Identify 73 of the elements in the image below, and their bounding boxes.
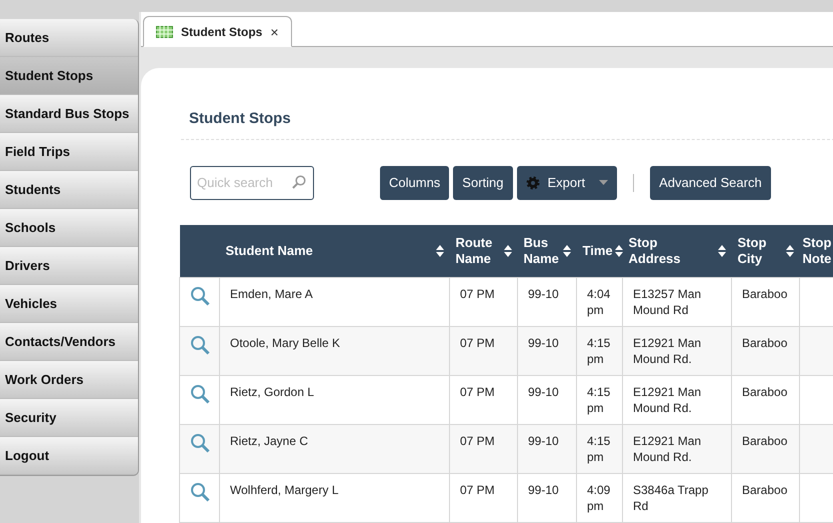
column-header[interactable]: Bus Name: [524, 234, 559, 267]
search-icon[interactable]: [190, 384, 210, 404]
sort-icon[interactable]: [718, 244, 726, 257]
sidebar-item[interactable]: Logout: [0, 437, 138, 475]
search-icon[interactable]: [190, 286, 210, 306]
page-title: Student Stops: [189, 109, 291, 129]
table-cell: 07 PM: [460, 434, 495, 448]
table-cell: Baraboo: [742, 434, 788, 448]
table-cell: Baraboo: [742, 336, 788, 350]
table-cell: E12921 Man Mound Rd.: [633, 434, 702, 464]
toolbar-button[interactable]: Sorting: [453, 166, 512, 200]
search-icon[interactable]: [190, 482, 210, 502]
table-cell: Rietz, Jayne C: [230, 434, 308, 448]
toolbar-button[interactable]: Columns: [380, 166, 450, 200]
sidebar-item[interactable]: Vehicles: [0, 285, 138, 323]
column-header[interactable]: Student Name: [226, 242, 313, 259]
table-cell: 4:04 pm: [587, 287, 610, 317]
sidebar-item[interactable]: Security: [0, 399, 138, 437]
caret-icon: [599, 180, 608, 185]
sort-icon[interactable]: [614, 244, 623, 257]
sort-icon[interactable]: [436, 244, 444, 257]
table-cell: 99-10: [528, 385, 559, 399]
sidebar-item[interactable]: Student Stops: [0, 57, 138, 95]
gear-icon: [526, 176, 540, 190]
column-header[interactable]: Time: [582, 242, 613, 259]
sidebar-item[interactable]: Students: [0, 171, 138, 209]
table-cell: 4:15 pm: [587, 434, 610, 464]
table-cell: E12921 Man Mound Rd.: [633, 385, 702, 415]
column-header[interactable]: Stop City: [738, 234, 766, 267]
table-cell: 4:15 pm: [587, 336, 610, 366]
table-cell: 99-10: [528, 287, 559, 301]
sidebar-item[interactable]: Routes: [0, 19, 138, 57]
toolbar-button[interactable]: Advanced Search: [650, 166, 771, 200]
column-header[interactable]: Stop Note: [802, 234, 832, 267]
table-cell: S3846a Trapp Rd: [633, 483, 708, 513]
sort-icon[interactable]: [504, 244, 512, 257]
table-cell: Rietz, Gordon L: [230, 385, 314, 399]
search-icon[interactable]: [190, 335, 210, 355]
table-cell: E13257 Man Mound Rd: [633, 287, 702, 317]
table-cell: Baraboo: [742, 385, 788, 399]
table-cell: 07 PM: [460, 336, 495, 350]
table-cell: Wolhferd, Margery L: [230, 483, 338, 497]
sort-icon[interactable]: [786, 244, 794, 257]
table-cell: 07 PM: [460, 385, 495, 399]
column-header[interactable]: Stop Address: [628, 234, 681, 267]
tab[interactable]: Student Stops ×: [143, 16, 292, 47]
search-field[interactable]: Quick search: [190, 166, 314, 200]
table-cell: Baraboo: [742, 483, 788, 497]
table-cell: Emden, Mare A: [230, 287, 313, 301]
tab-label: Student Stops: [181, 24, 262, 40]
sidebar-item[interactable]: Standard Bus Stops: [0, 95, 138, 133]
table-cell: 4:15 pm: [587, 385, 610, 415]
table-cell: Baraboo: [742, 287, 788, 301]
close-button[interactable]: ×: [270, 24, 279, 38]
table-cell: 99-10: [528, 434, 559, 448]
sidebar-item[interactable]: Contacts/Vendors: [0, 323, 138, 361]
sort-icon[interactable]: [562, 244, 570, 257]
table-cell: 99-10: [528, 483, 559, 497]
table-cell: 99-10: [528, 336, 559, 350]
sidebar-item[interactable]: Schools: [0, 209, 138, 247]
search-icon[interactable]: [190, 433, 210, 453]
table-cell: 4:09 pm: [587, 483, 610, 513]
table-cell: 07 PM: [460, 287, 495, 301]
table-cell: 07 PM: [460, 483, 495, 497]
sidebar-item[interactable]: Work Orders: [0, 361, 138, 399]
grid-icon: [156, 26, 173, 38]
table-cell: Otoole, Mary Belle K: [230, 336, 340, 350]
search-icon: [292, 174, 306, 188]
export-button[interactable]: Export: [516, 166, 618, 200]
column-header[interactable]: Route Name: [456, 234, 492, 267]
table-cell: E12921 Man Mound Rd.: [633, 336, 702, 366]
sidebar-item[interactable]: Field Trips: [0, 133, 138, 171]
sidebar-item[interactable]: Drivers: [0, 247, 138, 285]
